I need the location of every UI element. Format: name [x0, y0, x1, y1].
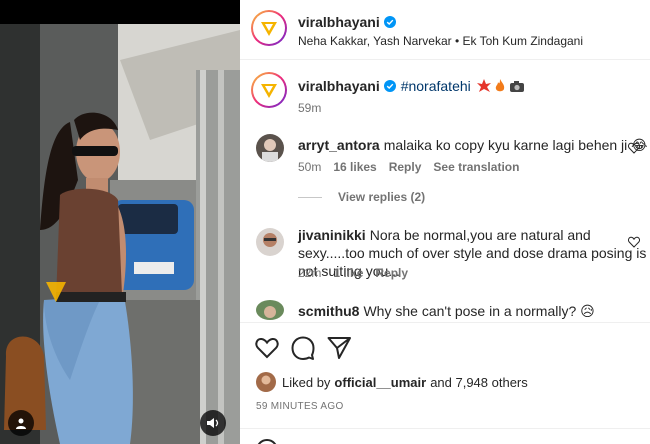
heart-icon[interactable]: [254, 335, 280, 361]
liked-by-count[interactable]: and 7,948 others: [430, 375, 528, 390]
comment-text: scmithu8 Why she can't pose in a normally…: [298, 302, 648, 320]
avatar-image: [256, 372, 276, 392]
post-side-panel: viralbhayani Neha Kakkar, Yash Narvekar …: [240, 0, 650, 444]
comment-body: malaika ko copy kyu karne lagi behen ji …: [383, 137, 648, 153]
commenter-avatar[interactable]: [256, 134, 284, 162]
avatar[interactable]: [251, 10, 287, 46]
comment-text: arryt_antora malaika ko copy kyu karne la…: [298, 136, 648, 154]
avatar-image: [256, 134, 284, 162]
post-username-text[interactable]: viralbhayani: [298, 14, 380, 30]
comment-meta: 22m 1 like Reply: [298, 266, 408, 280]
verified-icon: [383, 80, 396, 92]
comment-likes[interactable]: 16 likes: [333, 160, 376, 174]
caption-emojis: [476, 79, 525, 93]
caption-username[interactable]: viralbhayani: [298, 78, 380, 94]
explosion-icon: [476, 79, 491, 92]
commenter-avatar[interactable]: [256, 300, 284, 320]
comment-username[interactable]: arryt_antora: [298, 137, 380, 153]
avatar-image: [256, 228, 284, 256]
caption-line: viralbhayani #norafatehi: [298, 78, 525, 94]
caption-time: 59m: [298, 101, 322, 115]
comment-heart-icon[interactable]: [628, 142, 640, 154]
commenter-avatar[interactable]: [256, 228, 284, 256]
post-media[interactable]: [0, 0, 240, 444]
post-header: viralbhayani Neha Kakkar, Yash Narvekar …: [240, 0, 650, 60]
reply-button[interactable]: Reply: [375, 266, 408, 280]
comment-username[interactable]: scmithu8: [298, 303, 359, 319]
liker-avatar[interactable]: [256, 372, 276, 392]
comment-time[interactable]: 22m: [298, 266, 321, 280]
audio-track[interactable]: Neha Kakkar, Yash Narvekar • Ek Toh Kum …: [298, 34, 583, 48]
mute-icon: [207, 418, 219, 428]
liked-by-user[interactable]: official__umair: [334, 375, 426, 390]
camera-flash-icon: [509, 81, 524, 92]
view-replies-button[interactable]: View replies (2): [298, 190, 425, 204]
caption-avatar[interactable]: [251, 72, 287, 108]
comment-meta: 50m 16 likes Reply See translation: [298, 160, 519, 174]
post-username[interactable]: viralbhayani: [298, 14, 396, 30]
brand-logo-icon: [261, 22, 277, 36]
liked-by-prefix: Liked by: [282, 374, 331, 390]
user-tag-icon: [16, 418, 26, 429]
liked-by: Liked by official__umair and 7,948 other…: [256, 372, 528, 392]
view-replies-label[interactable]: View replies (2): [338, 190, 425, 204]
mute-button[interactable]: [200, 410, 226, 436]
comment-username[interactable]: jivaninikki: [298, 227, 366, 243]
verified-icon: [383, 16, 396, 28]
user-tag-button[interactable]: [8, 410, 34, 436]
comment-icon[interactable]: [290, 335, 316, 361]
comment-time[interactable]: 50m: [298, 160, 321, 174]
caption-hashtag[interactable]: #norafatehi: [401, 78, 471, 94]
reply-button[interactable]: Reply: [389, 160, 422, 174]
comment-heart-icon[interactable]: [628, 236, 640, 248]
see-translation-button[interactable]: See translation: [433, 160, 519, 174]
comment-body: Why she can't pose in a normally? 😥: [363, 303, 595, 319]
comment-likes[interactable]: 1 like: [333, 266, 363, 280]
post-actions: [240, 322, 650, 372]
avatar-image: [256, 300, 284, 320]
divider: [298, 196, 322, 198]
add-comment-bar: [240, 428, 650, 444]
post-timestamp[interactable]: 59 MINUTES AGO: [256, 401, 344, 412]
emoji-icon[interactable]: [256, 439, 278, 444]
fire-icon: [495, 79, 504, 92]
post-photo: [0, 24, 240, 444]
brand-logo-icon: [261, 84, 277, 98]
share-icon[interactable]: [326, 335, 352, 361]
